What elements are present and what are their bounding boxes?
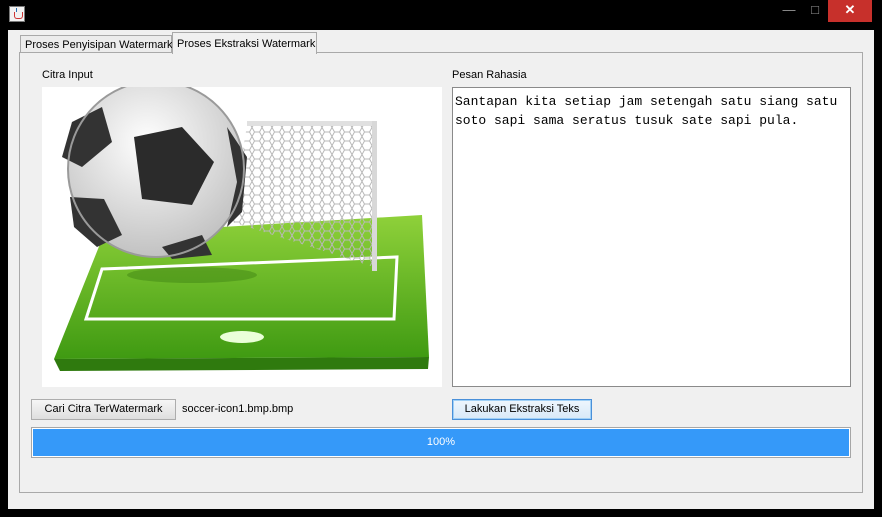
close-button[interactable]: ✕ <box>828 0 872 22</box>
maximize-button[interactable]: □ <box>802 0 828 22</box>
extract-text-button[interactable]: Lakukan Ekstraksi Teks <box>452 399 592 420</box>
extraction-panel: Citra Input Pesan Rahasia Santapan kita … <box>19 52 863 493</box>
secret-message-textarea[interactable]: Santapan kita setiap jam setengah satu s… <box>452 87 851 387</box>
soccer-goal-illustration <box>54 87 429 371</box>
selected-file-name: soccer-icon1.bmp.bmp <box>182 403 294 415</box>
progress-bar: 100% <box>31 427 851 458</box>
minimize-button[interactable]: — <box>776 0 802 22</box>
java-app-icon <box>9 6 25 22</box>
input-image <box>42 87 442 387</box>
progress-text: 100% <box>426 436 456 448</box>
tab-ekstraksi[interactable]: Proses Ekstraksi Watermark <box>172 32 317 54</box>
pesan-rahasia-label: Pesan Rahasia <box>452 69 527 81</box>
title-bar: — □ ✕ <box>0 0 882 30</box>
window-client-area: Proses Penyisipan Watermark Proses Ekstr… <box>8 30 874 509</box>
tab-penyisipan[interactable]: Proses Penyisipan Watermark <box>20 35 173 53</box>
citra-input-label: Citra Input <box>42 69 93 81</box>
browse-watermarked-image-button[interactable]: Cari Citra TerWatermark <box>31 399 176 420</box>
